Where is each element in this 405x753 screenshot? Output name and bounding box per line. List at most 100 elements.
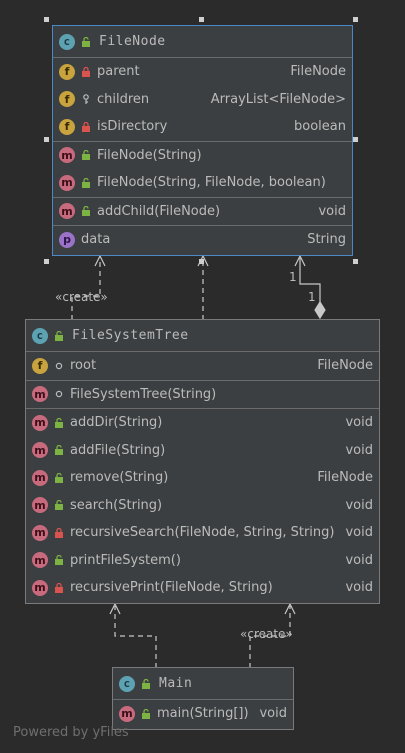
method-icon: m [32, 497, 48, 514]
class-icon: c [32, 327, 48, 344]
selection-handle[interactable] [44, 259, 49, 264]
constructor-name: FileNode(String) [97, 147, 202, 163]
method-icon: m [119, 705, 135, 722]
class-icon: c [119, 675, 135, 692]
powered-by-footer: Powered by yFiles [13, 725, 129, 740]
method-return-type: void [345, 442, 373, 458]
method-icon: m [59, 203, 75, 220]
field-name: root [70, 358, 97, 374]
package-access-icon [54, 389, 64, 399]
method-row[interactable]: m main(String[]) void [113, 700, 293, 728]
create-label: «create» [240, 627, 293, 641]
class-name: Main [159, 676, 193, 691]
class-header[interactable]: c FileNode [53, 26, 352, 58]
class-main[interactable]: c Main m main(String[]) void [112, 667, 294, 730]
method-name: addFile(String) [70, 442, 166, 458]
private-access-icon [81, 121, 91, 132]
method-name: recursiveSearch(FileNode, String, String… [70, 525, 335, 541]
package-access-icon [54, 361, 64, 371]
package-access-icon [81, 94, 91, 105]
field-icon: f [32, 357, 48, 374]
method-row[interactable]: m search(String) void [26, 492, 379, 520]
constructor-row[interactable]: m FileNode(String, FileNode, boolean) [53, 169, 352, 197]
public-access-icon [81, 150, 91, 161]
public-access-icon [81, 36, 91, 47]
class-filesystemtree[interactable]: c FileSystemTree f root FileNode m FileS… [25, 319, 380, 604]
constructors-section: m FileNode(String) m FileNode(String, Fi… [53, 142, 352, 198]
method-icon: m [59, 174, 75, 191]
selection-handle[interactable] [353, 17, 358, 22]
method-name: main(String[]) [157, 706, 249, 722]
field-type: boolean [294, 119, 346, 135]
method-row[interactable]: m recursivePrint(FileNode, String) void [26, 574, 379, 602]
method-name: printFileSystem() [70, 552, 181, 568]
method-name: addDir(String) [70, 415, 163, 431]
public-access-icon [141, 678, 151, 689]
field-name: isDirectory [97, 119, 168, 135]
method-icon: m [32, 414, 48, 431]
field-type: FileNode [317, 358, 373, 374]
field-icon: f [59, 118, 75, 135]
properties-section: p data String [53, 226, 352, 254]
public-access-icon [54, 417, 64, 428]
method-row[interactable]: m printFileSystem() void [26, 547, 379, 575]
selection-handle[interactable] [44, 17, 49, 22]
method-return-type: void [345, 552, 373, 568]
field-row[interactable]: f root FileNode [26, 352, 379, 380]
public-access-icon [54, 472, 64, 483]
methods-section: m addDir(String) void m addFile(String) void m… [26, 409, 379, 602]
property-name: data [81, 232, 111, 248]
constructor-name: FileNode(String, FileNode, boolean) [97, 175, 326, 191]
constructor-row[interactable]: m FileSystemTree(String) [26, 381, 379, 409]
field-row[interactable]: f isDirectory boolean [53, 113, 352, 141]
selection-handle[interactable] [199, 259, 204, 264]
method-name: addChild(FileNode) [97, 203, 221, 219]
class-name: FileSystemTree [72, 328, 189, 343]
methods-section: m main(String[]) void [113, 700, 293, 728]
class-name: FileNode [99, 34, 166, 49]
class-header[interactable]: c FileSystemTree [26, 320, 379, 352]
method-icon: m [32, 386, 48, 403]
method-return-type: void [259, 706, 287, 722]
field-row[interactable]: f children ArrayList<FileNode> [53, 86, 352, 114]
method-row[interactable]: m addDir(String) void [26, 409, 379, 437]
method-return-type: void [318, 203, 346, 219]
class-header[interactable]: c Main [113, 668, 293, 700]
property-row[interactable]: p data String [53, 226, 352, 254]
multiplicity-label: 1 [308, 290, 316, 304]
public-access-icon [81, 206, 91, 217]
public-access-icon [54, 445, 64, 456]
create-dependency-tree-to-node [71, 258, 101, 320]
field-icon: f [59, 91, 75, 108]
dependency-main-to-tree [114, 606, 157, 668]
method-icon: m [32, 579, 48, 596]
method-return-type: void [345, 497, 373, 513]
method-row[interactable]: m remove(String) FileNode [26, 464, 379, 492]
property-icon: p [59, 231, 75, 248]
selection-handle[interactable] [353, 137, 358, 142]
constructors-section: m FileSystemTree(String) [26, 381, 379, 409]
fields-section: f root FileNode [26, 352, 379, 381]
method-row[interactable]: m recursiveSearch(FileNode, String, Strin… [26, 519, 379, 547]
field-name: parent [97, 64, 140, 80]
selection-handle[interactable] [353, 259, 358, 264]
method-icon: m [32, 524, 48, 541]
selection-handle[interactable] [44, 137, 49, 142]
create-label: «create» [55, 290, 108, 304]
public-access-icon [54, 330, 64, 341]
method-return-type: void [345, 415, 373, 431]
public-access-icon [54, 555, 64, 566]
field-name: children [97, 91, 150, 107]
method-icon: m [32, 442, 48, 459]
property-type: String [307, 232, 346, 248]
class-filenode[interactable]: c FileNode f parent FileNode f children … [52, 25, 353, 256]
class-icon: c [59, 33, 75, 50]
public-access-icon [54, 500, 64, 511]
method-row[interactable]: m addChild(FileNode) void [53, 198, 352, 226]
private-access-icon [54, 582, 64, 593]
method-icon: m [32, 552, 48, 569]
selection-handle[interactable] [199, 17, 204, 22]
method-row[interactable]: m addFile(String) void [26, 437, 379, 465]
constructor-row[interactable]: m FileNode(String) [53, 142, 352, 170]
field-row[interactable]: f parent FileNode [53, 58, 352, 86]
